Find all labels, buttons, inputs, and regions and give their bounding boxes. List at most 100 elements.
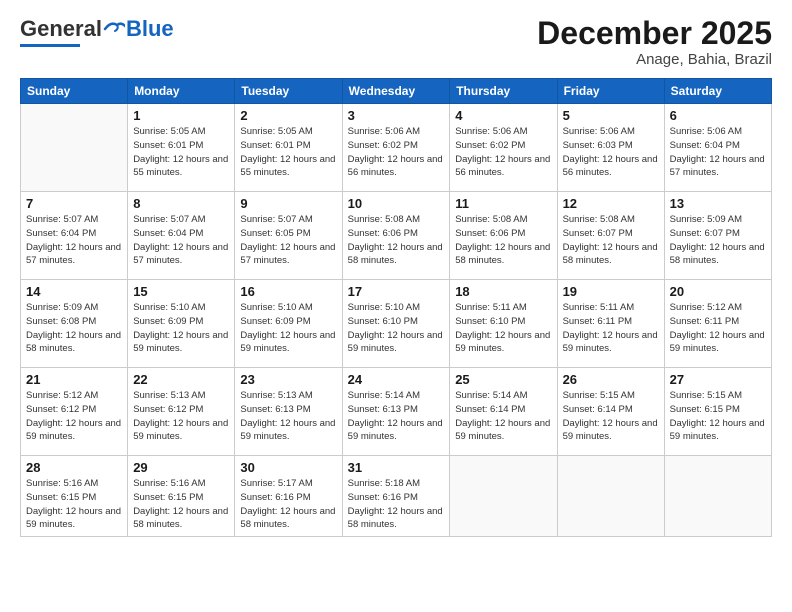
table-row: 22 Sunrise: 5:13 AM Sunset: 6:12 PM Dayl… (128, 368, 235, 456)
day-info: Sunrise: 5:14 AM Sunset: 6:14 PM Dayligh… (455, 389, 551, 444)
daylight-text: Daylight: 12 hours and 57 minutes. (670, 153, 766, 181)
sunrise-text: Sunrise: 5:16 AM (26, 477, 122, 491)
day-number: 19 (563, 284, 659, 299)
daylight-text: Daylight: 12 hours and 56 minutes. (455, 153, 551, 181)
day-info: Sunrise: 5:05 AM Sunset: 6:01 PM Dayligh… (133, 125, 229, 180)
day-number: 27 (670, 372, 766, 387)
day-info: Sunrise: 5:09 AM Sunset: 6:07 PM Dayligh… (670, 213, 766, 268)
col-wednesday: Wednesday (342, 79, 450, 104)
table-row: 6 Sunrise: 5:06 AM Sunset: 6:04 PM Dayli… (664, 104, 771, 192)
table-row: 30 Sunrise: 5:17 AM Sunset: 6:16 PM Dayl… (235, 456, 342, 537)
table-row: 21 Sunrise: 5:12 AM Sunset: 6:12 PM Dayl… (21, 368, 128, 456)
daylight-text: Daylight: 12 hours and 59 minutes. (26, 505, 122, 533)
day-number: 4 (455, 108, 551, 123)
sunset-text: Sunset: 6:01 PM (133, 139, 229, 153)
sunrise-text: Sunrise: 5:08 AM (563, 213, 659, 227)
daylight-text: Daylight: 12 hours and 58 minutes. (240, 505, 336, 533)
sunset-text: Sunset: 6:09 PM (240, 315, 336, 329)
sunrise-text: Sunrise: 5:09 AM (26, 301, 122, 315)
sunset-text: Sunset: 6:05 PM (240, 227, 336, 241)
day-number: 9 (240, 196, 336, 211)
sunrise-text: Sunrise: 5:13 AM (240, 389, 336, 403)
table-row: 14 Sunrise: 5:09 AM Sunset: 6:08 PM Dayl… (21, 280, 128, 368)
table-row: 15 Sunrise: 5:10 AM Sunset: 6:09 PM Dayl… (128, 280, 235, 368)
table-row (21, 104, 128, 192)
calendar-header-row: Sunday Monday Tuesday Wednesday Thursday… (21, 79, 772, 104)
day-number: 24 (348, 372, 445, 387)
logo-general: General (20, 16, 102, 42)
sunset-text: Sunset: 6:15 PM (133, 491, 229, 505)
day-info: Sunrise: 5:06 AM Sunset: 6:04 PM Dayligh… (670, 125, 766, 180)
sunset-text: Sunset: 6:16 PM (348, 491, 445, 505)
sunset-text: Sunset: 6:10 PM (455, 315, 551, 329)
sunset-text: Sunset: 6:07 PM (563, 227, 659, 241)
col-thursday: Thursday (450, 79, 557, 104)
table-row: 29 Sunrise: 5:16 AM Sunset: 6:15 PM Dayl… (128, 456, 235, 537)
day-number: 11 (455, 196, 551, 211)
daylight-text: Daylight: 12 hours and 58 minutes. (455, 241, 551, 269)
day-info: Sunrise: 5:16 AM Sunset: 6:15 PM Dayligh… (133, 477, 229, 532)
title-block: December 2025 Anage, Bahia, Brazil (537, 16, 772, 68)
daylight-text: Daylight: 12 hours and 59 minutes. (455, 329, 551, 357)
daylight-text: Daylight: 12 hours and 56 minutes. (563, 153, 659, 181)
col-tuesday: Tuesday (235, 79, 342, 104)
sunset-text: Sunset: 6:13 PM (240, 403, 336, 417)
month-title: December 2025 (537, 16, 772, 51)
location: Anage, Bahia, Brazil (537, 51, 772, 68)
sunrise-text: Sunrise: 5:10 AM (240, 301, 336, 315)
sunrise-text: Sunrise: 5:18 AM (348, 477, 445, 491)
day-info: Sunrise: 5:07 AM Sunset: 6:05 PM Dayligh… (240, 213, 336, 268)
sunset-text: Sunset: 6:15 PM (670, 403, 766, 417)
daylight-text: Daylight: 12 hours and 59 minutes. (455, 417, 551, 445)
day-number: 14 (26, 284, 122, 299)
table-row: 10 Sunrise: 5:08 AM Sunset: 6:06 PM Dayl… (342, 192, 450, 280)
sunrise-text: Sunrise: 5:11 AM (563, 301, 659, 315)
day-number: 15 (133, 284, 229, 299)
daylight-text: Daylight: 12 hours and 59 minutes. (563, 329, 659, 357)
sunset-text: Sunset: 6:10 PM (348, 315, 445, 329)
daylight-text: Daylight: 12 hours and 55 minutes. (240, 153, 336, 181)
daylight-text: Daylight: 12 hours and 59 minutes. (348, 417, 445, 445)
day-number: 1 (133, 108, 229, 123)
day-number: 10 (348, 196, 445, 211)
table-row (557, 456, 664, 537)
sunrise-text: Sunrise: 5:06 AM (455, 125, 551, 139)
daylight-text: Daylight: 12 hours and 59 minutes. (670, 329, 766, 357)
sunrise-text: Sunrise: 5:08 AM (455, 213, 551, 227)
day-info: Sunrise: 5:10 AM Sunset: 6:09 PM Dayligh… (240, 301, 336, 356)
daylight-text: Daylight: 12 hours and 58 minutes. (348, 505, 445, 533)
table-row: 19 Sunrise: 5:11 AM Sunset: 6:11 PM Dayl… (557, 280, 664, 368)
col-sunday: Sunday (21, 79, 128, 104)
daylight-text: Daylight: 12 hours and 59 minutes. (348, 329, 445, 357)
sunset-text: Sunset: 6:03 PM (563, 139, 659, 153)
daylight-text: Daylight: 12 hours and 58 minutes. (563, 241, 659, 269)
day-number: 23 (240, 372, 336, 387)
table-row: 23 Sunrise: 5:13 AM Sunset: 6:13 PM Dayl… (235, 368, 342, 456)
sunset-text: Sunset: 6:13 PM (348, 403, 445, 417)
table-row: 20 Sunrise: 5:12 AM Sunset: 6:11 PM Dayl… (664, 280, 771, 368)
sunset-text: Sunset: 6:07 PM (670, 227, 766, 241)
table-row: 5 Sunrise: 5:06 AM Sunset: 6:03 PM Dayli… (557, 104, 664, 192)
day-info: Sunrise: 5:14 AM Sunset: 6:13 PM Dayligh… (348, 389, 445, 444)
sunset-text: Sunset: 6:12 PM (133, 403, 229, 417)
daylight-text: Daylight: 12 hours and 59 minutes. (240, 417, 336, 445)
day-info: Sunrise: 5:18 AM Sunset: 6:16 PM Dayligh… (348, 477, 445, 532)
daylight-text: Daylight: 12 hours and 57 minutes. (26, 241, 122, 269)
daylight-text: Daylight: 12 hours and 59 minutes. (133, 417, 229, 445)
daylight-text: Daylight: 12 hours and 59 minutes. (26, 417, 122, 445)
daylight-text: Daylight: 12 hours and 57 minutes. (133, 241, 229, 269)
table-row: 27 Sunrise: 5:15 AM Sunset: 6:15 PM Dayl… (664, 368, 771, 456)
sunrise-text: Sunrise: 5:11 AM (455, 301, 551, 315)
day-info: Sunrise: 5:10 AM Sunset: 6:10 PM Dayligh… (348, 301, 445, 356)
col-saturday: Saturday (664, 79, 771, 104)
sunset-text: Sunset: 6:16 PM (240, 491, 336, 505)
day-info: Sunrise: 5:15 AM Sunset: 6:15 PM Dayligh… (670, 389, 766, 444)
sunset-text: Sunset: 6:09 PM (133, 315, 229, 329)
table-row: 25 Sunrise: 5:14 AM Sunset: 6:14 PM Dayl… (450, 368, 557, 456)
day-info: Sunrise: 5:06 AM Sunset: 6:03 PM Dayligh… (563, 125, 659, 180)
col-monday: Monday (128, 79, 235, 104)
day-info: Sunrise: 5:07 AM Sunset: 6:04 PM Dayligh… (26, 213, 122, 268)
day-info: Sunrise: 5:08 AM Sunset: 6:06 PM Dayligh… (455, 213, 551, 268)
sunrise-text: Sunrise: 5:14 AM (348, 389, 445, 403)
daylight-text: Daylight: 12 hours and 59 minutes. (563, 417, 659, 445)
